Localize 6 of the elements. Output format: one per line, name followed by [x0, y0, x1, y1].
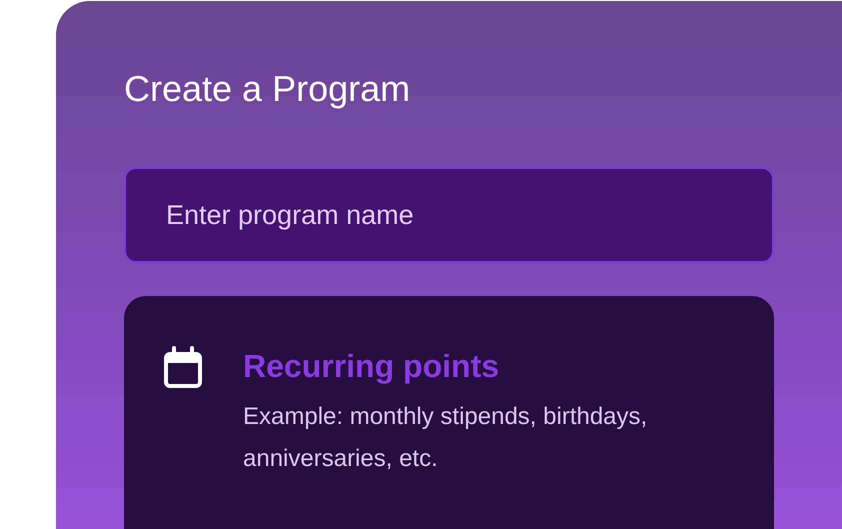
dialog-title: Create a Program: [124, 67, 412, 111]
option-title: Recurring points: [243, 347, 500, 386]
option-card[interactable]: Recurring points Example: monthly stipends, birthdays, anniversaries, etc.: [124, 296, 774, 529]
program-name-field[interactable]: Enter program name: [124, 167, 774, 263]
option-description: Example: monthly stipends, birthdays, anniversaries, etc.: [243, 402, 648, 474]
calendar-icon: [164, 346, 202, 388]
